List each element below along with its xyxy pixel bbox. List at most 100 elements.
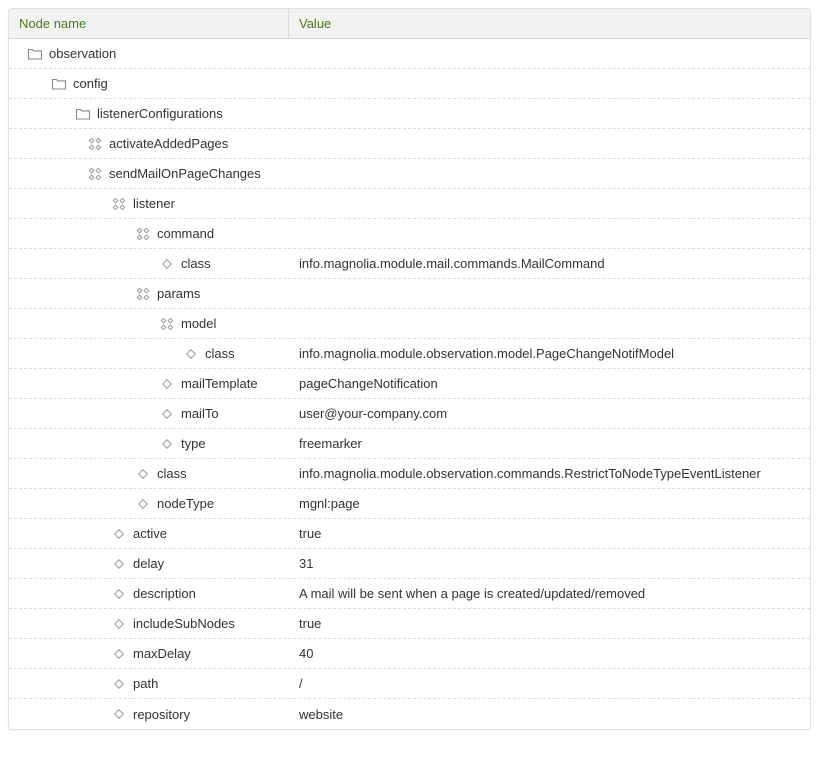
tree-row[interactable]: maxDelay40 [9, 639, 810, 669]
tree-row[interactable]: repository website [9, 699, 810, 729]
tree-row[interactable]: class info.magnolia.module.observation.co… [9, 459, 810, 489]
tree-cell-value[interactable]: pageChangeNotification [289, 376, 810, 391]
node-label: mailTemplate [181, 376, 258, 391]
content-node-icon [135, 286, 151, 302]
node-label: type [181, 436, 206, 451]
tree-row[interactable]: sendMailOnPageChanges [9, 159, 810, 189]
node-label: delay [133, 556, 164, 571]
property-icon [183, 346, 199, 362]
node-label: class [205, 346, 235, 361]
tree-cell-value[interactable]: info.magnolia.module.observation.command… [289, 466, 810, 481]
tree-row[interactable]: command [9, 219, 810, 249]
tree-cell-name[interactable]: command [9, 226, 289, 242]
property-icon [159, 376, 175, 392]
folder-icon [51, 76, 67, 92]
tree-cell-name[interactable]: config [9, 76, 289, 92]
tree-row[interactable]: mailTemplate pageChangeNotification [9, 369, 810, 399]
property-icon [159, 256, 175, 272]
content-node-icon [159, 316, 175, 332]
tree-body: observation config listenerConfigurations a… [9, 39, 810, 729]
tree-cell-value[interactable]: / [289, 676, 810, 691]
node-label: command [157, 226, 214, 241]
node-label: config [73, 76, 108, 91]
tree-row[interactable]: listenerConfigurations [9, 99, 810, 129]
property-icon [111, 676, 127, 692]
node-label: includeSubNodes [133, 616, 235, 631]
content-node-icon [135, 226, 151, 242]
property-icon [111, 646, 127, 662]
tree-cell-name[interactable]: mailTo [9, 406, 289, 422]
tree-cell-name[interactable]: repository [9, 706, 289, 722]
property-icon [159, 406, 175, 422]
tree-cell-name[interactable]: sendMailOnPageChanges [9, 166, 289, 182]
content-node-icon [111, 196, 127, 212]
tree-cell-name[interactable]: path [9, 676, 289, 692]
node-label: observation [49, 46, 116, 61]
node-label: listenerConfigurations [97, 106, 223, 121]
tree-cell-value[interactable]: A mail will be sent when a page is creat… [289, 586, 810, 601]
tree-cell-value[interactable]: info.magnolia.module.mail.commands.MailC… [289, 256, 810, 271]
node-label: mailTo [181, 406, 219, 421]
tree-cell-name[interactable]: class [9, 466, 289, 482]
tree-row[interactable]: active true [9, 519, 810, 549]
tree-cell-name[interactable]: maxDelay [9, 646, 289, 662]
node-label: activateAddedPages [109, 136, 228, 151]
tree-row[interactable]: config [9, 69, 810, 99]
tree-cell-value[interactable]: true [289, 526, 810, 541]
tree-row[interactable]: model [9, 309, 810, 339]
property-icon [111, 526, 127, 542]
tree-cell-name[interactable]: active [9, 526, 289, 542]
property-icon [111, 706, 127, 722]
node-label: path [133, 676, 158, 691]
property-icon [159, 436, 175, 452]
tree-row[interactable]: includeSubNodes true [9, 609, 810, 639]
tree-cell-value[interactable]: mgnl:page [289, 496, 810, 511]
tree-cell-name[interactable]: nodeType [9, 496, 289, 512]
tree-cell-value[interactable]: 31 [289, 556, 810, 571]
tree-cell-name[interactable]: includeSubNodes [9, 616, 289, 632]
tree-cell-name[interactable]: activateAddedPages [9, 136, 289, 152]
node-label: active [133, 526, 167, 541]
tree-row[interactable]: type freemarker [9, 429, 810, 459]
tree-row[interactable]: activateAddedPages [9, 129, 810, 159]
tree-row[interactable]: class info.magnolia.module.observation.mo… [9, 339, 810, 369]
tree-cell-name[interactable]: observation [9, 46, 289, 62]
tree-cell-name[interactable]: listenerConfigurations [9, 106, 289, 122]
header-col-name[interactable]: Node name [9, 9, 289, 38]
tree-cell-name[interactable]: mailTemplate [9, 376, 289, 392]
tree-row[interactable]: nodeTypemgnl:page [9, 489, 810, 519]
tree-cell-name[interactable]: class [9, 256, 289, 272]
tree-header: Node name Value [9, 9, 810, 39]
tree-cell-value[interactable]: freemarker [289, 436, 810, 451]
node-label: class [157, 466, 187, 481]
tree-cell-name[interactable]: type [9, 436, 289, 452]
property-icon [135, 496, 151, 512]
tree-row[interactable]: mailTo user@your-company.com [9, 399, 810, 429]
tree-cell-value[interactable]: user@your-company.com [289, 406, 810, 421]
tree-row[interactable]: path / [9, 669, 810, 699]
tree-row[interactable]: delay 31 [9, 549, 810, 579]
tree-cell-name[interactable]: model [9, 316, 289, 332]
node-label: model [181, 316, 216, 331]
tree-cell-value[interactable]: info.magnolia.module.observation.model.P… [289, 346, 810, 361]
tree-cell-name[interactable]: listener [9, 196, 289, 212]
tree-cell-name[interactable]: params [9, 286, 289, 302]
header-col-value[interactable]: Value [289, 16, 810, 31]
tree-cell-value[interactable]: website [289, 707, 810, 722]
tree-row[interactable]: listener [9, 189, 810, 219]
node-label: params [157, 286, 200, 301]
tree-row[interactable]: descriptionA mail will be sent when a pa… [9, 579, 810, 609]
tree-row[interactable]: observation [9, 39, 810, 69]
node-label: sendMailOnPageChanges [109, 166, 261, 181]
tree-cell-name[interactable]: class [9, 346, 289, 362]
node-label: repository [133, 707, 190, 722]
tree-cell-value[interactable]: true [289, 616, 810, 631]
tree-cell-name[interactable]: delay [9, 556, 289, 572]
property-icon [111, 556, 127, 572]
tree-row[interactable]: classinfo.magnolia.module.mail.commands.… [9, 249, 810, 279]
property-icon [111, 586, 127, 602]
tree-cell-value[interactable]: 40 [289, 646, 810, 661]
property-icon [135, 466, 151, 482]
tree-cell-name[interactable]: description [9, 586, 289, 602]
tree-row[interactable]: params [9, 279, 810, 309]
